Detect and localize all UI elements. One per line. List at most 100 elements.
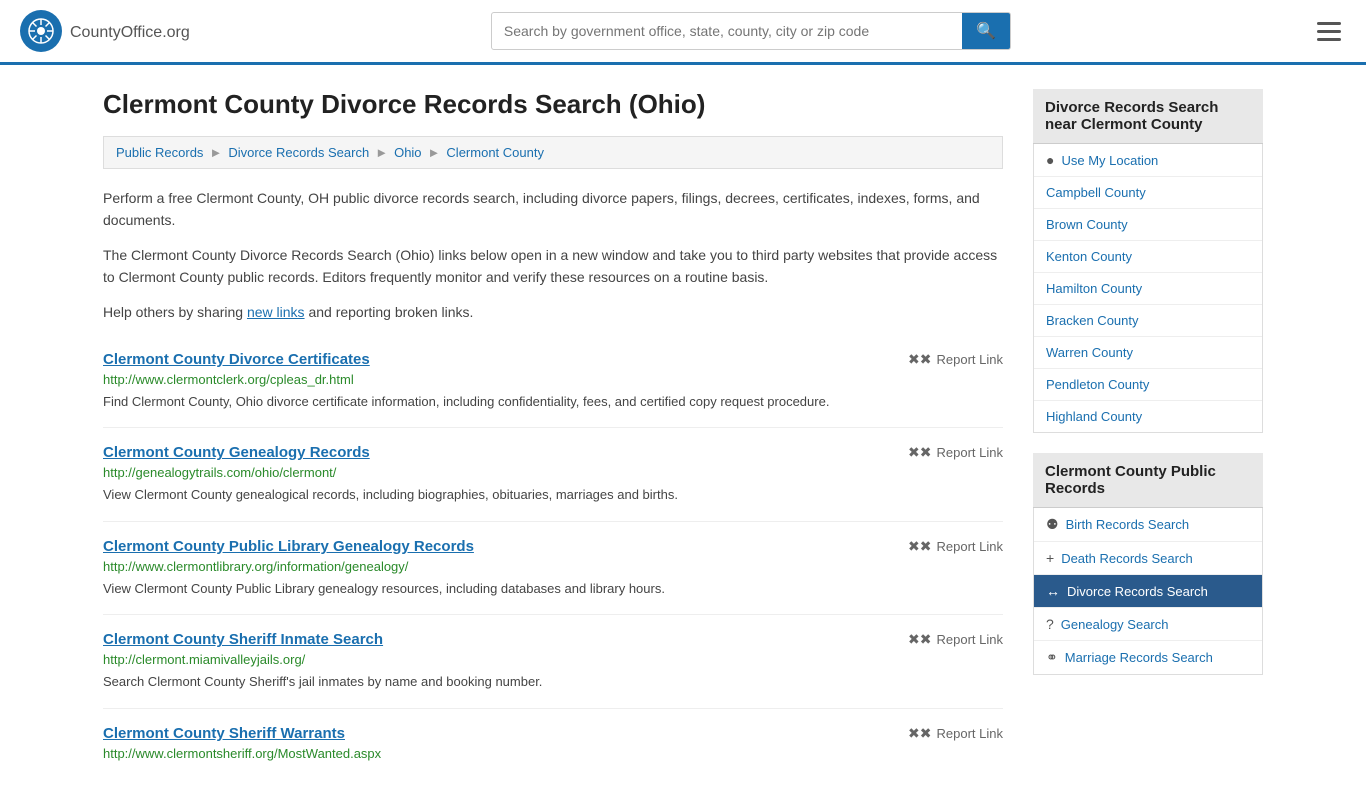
- pr-icon-3: ?: [1046, 616, 1054, 632]
- logo-icon: [20, 10, 62, 52]
- use-my-location[interactable]: ● Use My Location: [1034, 144, 1262, 177]
- nearby-county-link-3[interactable]: Hamilton County: [1046, 281, 1142, 296]
- pr-icon-2: ↔: [1046, 583, 1060, 599]
- public-record-item[interactable]: ⚭ Marriage Records Search: [1034, 641, 1262, 674]
- description-para3: Help others by sharing new links and rep…: [103, 301, 1003, 323]
- pr-icon-1: +: [1046, 550, 1054, 566]
- result-desc-1: View Clermont County genealogical record…: [103, 485, 1003, 505]
- nearby-county-link-6[interactable]: Pendleton County: [1046, 377, 1149, 392]
- public-record-item-active[interactable]: ↔ Divorce Records Search: [1034, 575, 1262, 608]
- nearby-counties: Campbell County Brown County Kenton County…: [1034, 177, 1262, 432]
- report-icon-4: ✖✖: [908, 725, 931, 742]
- pr-link-4[interactable]: Marriage Records Search: [1065, 650, 1213, 665]
- result-item: Clermont County Divorce Certificates ✖✖ …: [103, 335, 1003, 429]
- result-header: Clermont County Genealogy Records ✖✖ Rep…: [103, 444, 1003, 461]
- results-container: Clermont County Divorce Certificates ✖✖ …: [103, 335, 1003, 782]
- public-records-section: Clermont County Public Records ⚉ Birth R…: [1033, 453, 1263, 675]
- logo-text: CountyOffice.org: [70, 20, 190, 43]
- nearby-title: Divorce Records Search near Clermont Cou…: [1033, 89, 1263, 144]
- report-icon-2: ✖✖: [908, 538, 931, 555]
- result-title-3[interactable]: Clermont County Sheriff Inmate Search: [103, 631, 383, 648]
- logo-area: CountyOffice.org: [20, 10, 190, 52]
- hamburger-menu[interactable]: [1312, 17, 1346, 46]
- breadcrumb-item-county[interactable]: Clermont County: [446, 145, 544, 160]
- nearby-county-item[interactable]: Pendleton County: [1034, 369, 1262, 401]
- breadcrumb: Public Records ► Divorce Records Search …: [103, 136, 1003, 169]
- logo-suffix: .org: [162, 24, 190, 41]
- result-url-1[interactable]: http://genealogytrails.com/ohio/clermont…: [103, 465, 1003, 480]
- result-title-4[interactable]: Clermont County Sheriff Warrants: [103, 725, 345, 742]
- breadcrumb-item-public-records[interactable]: Public Records: [116, 145, 203, 160]
- breadcrumb-item-divorce[interactable]: Divorce Records Search: [228, 145, 369, 160]
- public-records-items: ⚉ Birth Records Search + Death Records S…: [1034, 508, 1262, 674]
- pr-icon-0: ⚉: [1046, 516, 1059, 533]
- result-url-3[interactable]: http://clermont.miamivalleyjails.org/: [103, 652, 1003, 667]
- report-link-1[interactable]: ✖✖ Report Link: [908, 444, 1003, 461]
- result-desc-0: Find Clermont County, Ohio divorce certi…: [103, 392, 1003, 412]
- sidebar: Divorce Records Search near Clermont Cou…: [1033, 89, 1263, 782]
- report-link-0[interactable]: ✖✖ Report Link: [908, 351, 1003, 368]
- location-icon: ●: [1046, 152, 1054, 168]
- nearby-county-link-4[interactable]: Bracken County: [1046, 313, 1139, 328]
- search-input[interactable]: [492, 15, 962, 47]
- logo-brand: CountyOffice: [70, 24, 162, 41]
- result-header: Clermont County Sheriff Warrants ✖✖ Repo…: [103, 725, 1003, 742]
- pr-link-1[interactable]: Death Records Search: [1061, 551, 1193, 566]
- pr-link-2[interactable]: Divorce Records Search: [1067, 584, 1208, 599]
- result-header: Clermont County Sheriff Inmate Search ✖✖…: [103, 631, 1003, 648]
- public-record-item[interactable]: ⚉ Birth Records Search: [1034, 508, 1262, 542]
- result-title-1[interactable]: Clermont County Genealogy Records: [103, 444, 370, 461]
- result-header: Clermont County Public Library Genealogy…: [103, 538, 1003, 555]
- report-link-2[interactable]: ✖✖ Report Link: [908, 538, 1003, 555]
- description-para2: The Clermont County Divorce Records Sear…: [103, 244, 1003, 289]
- public-records-title: Clermont County Public Records: [1033, 453, 1263, 508]
- header: CountyOffice.org 🔍: [0, 0, 1366, 65]
- result-item: Clermont County Sheriff Inmate Search ✖✖…: [103, 615, 1003, 709]
- report-icon-0: ✖✖: [908, 351, 931, 368]
- nearby-county-item[interactable]: Highland County: [1034, 401, 1262, 432]
- description-para1: Perform a free Clermont County, OH publi…: [103, 187, 1003, 232]
- nearby-county-item[interactable]: Campbell County: [1034, 177, 1262, 209]
- public-record-item[interactable]: + Death Records Search: [1034, 542, 1262, 575]
- public-record-item[interactable]: ? Genealogy Search: [1034, 608, 1262, 641]
- nearby-county-item[interactable]: Warren County: [1034, 337, 1262, 369]
- report-icon-3: ✖✖: [908, 631, 931, 648]
- pr-link-3[interactable]: Genealogy Search: [1061, 617, 1169, 632]
- search-button[interactable]: 🔍: [962, 13, 1010, 49]
- report-link-3[interactable]: ✖✖ Report Link: [908, 631, 1003, 648]
- result-item: Clermont County Sheriff Warrants ✖✖ Repo…: [103, 709, 1003, 782]
- new-links-link[interactable]: new links: [247, 304, 305, 320]
- breadcrumb-item-ohio[interactable]: Ohio: [394, 145, 421, 160]
- page-title: Clermont County Divorce Records Search (…: [103, 89, 1003, 120]
- result-desc-3: Search Clermont County Sheriff's jail in…: [103, 672, 1003, 692]
- use-my-location-link[interactable]: Use My Location: [1061, 153, 1158, 168]
- public-records-body: ⚉ Birth Records Search + Death Records S…: [1033, 508, 1263, 675]
- nearby-county-item[interactable]: Brown County: [1034, 209, 1262, 241]
- nearby-section: Divorce Records Search near Clermont Cou…: [1033, 89, 1263, 433]
- nearby-county-link-5[interactable]: Warren County: [1046, 345, 1133, 360]
- nearby-county-item[interactable]: Kenton County: [1034, 241, 1262, 273]
- search-bar: 🔍: [491, 12, 1011, 50]
- result-url-2[interactable]: http://www.clermontlibrary.org/informati…: [103, 559, 1003, 574]
- result-url-0[interactable]: http://www.clermontclerk.org/cpleas_dr.h…: [103, 372, 1003, 387]
- nearby-county-link-7[interactable]: Highland County: [1046, 409, 1142, 424]
- result-item: Clermont County Public Library Genealogy…: [103, 522, 1003, 616]
- result-title-2[interactable]: Clermont County Public Library Genealogy…: [103, 538, 474, 555]
- nearby-county-link-2[interactable]: Kenton County: [1046, 249, 1132, 264]
- result-title-0[interactable]: Clermont County Divorce Certificates: [103, 351, 370, 368]
- result-desc-2: View Clermont County Public Library gene…: [103, 579, 1003, 599]
- nearby-county-item[interactable]: Bracken County: [1034, 305, 1262, 337]
- content-area: Clermont County Divorce Records Search (…: [103, 89, 1003, 782]
- nearby-county-link-1[interactable]: Brown County: [1046, 217, 1128, 232]
- result-item: Clermont County Genealogy Records ✖✖ Rep…: [103, 428, 1003, 522]
- main-container: Clermont County Divorce Records Search (…: [83, 65, 1283, 806]
- nearby-county-item[interactable]: Hamilton County: [1034, 273, 1262, 305]
- pr-icon-4: ⚭: [1046, 649, 1058, 666]
- pr-link-0[interactable]: Birth Records Search: [1066, 517, 1190, 532]
- nearby-body: ● Use My Location Campbell County Brown C…: [1033, 144, 1263, 433]
- result-url-4[interactable]: http://www.clermontsheriff.org/MostWante…: [103, 746, 1003, 761]
- report-link-4[interactable]: ✖✖ Report Link: [908, 725, 1003, 742]
- report-icon-1: ✖✖: [908, 444, 931, 461]
- result-header: Clermont County Divorce Certificates ✖✖ …: [103, 351, 1003, 368]
- nearby-county-link-0[interactable]: Campbell County: [1046, 185, 1146, 200]
